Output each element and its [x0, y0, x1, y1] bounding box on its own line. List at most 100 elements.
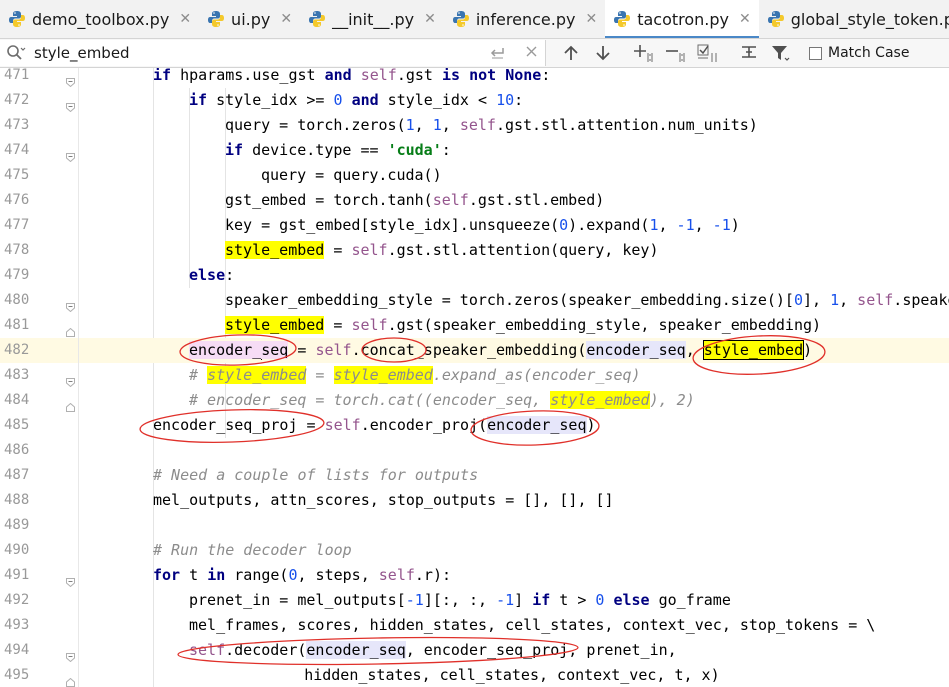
- code-line[interactable]: [79, 438, 949, 463]
- gutter-line[interactable]: 486: [0, 438, 78, 463]
- search-in-selection-icon[interactable]: [733, 40, 765, 66]
- code-line[interactable]: if style_idx >= 0 and style_idx < 10:: [79, 88, 949, 113]
- code-line[interactable]: mel_outputs, attn_scores, stop_outputs =…: [79, 488, 949, 513]
- code-line[interactable]: self.decoder(encoder_seq, encoder_seq_pr…: [79, 638, 949, 663]
- add-selection-icon[interactable]: [629, 40, 661, 66]
- tab-close-icon[interactable]: ✕: [280, 11, 292, 27]
- gutter-line[interactable]: 476: [0, 188, 78, 213]
- tab-close-icon[interactable]: ✕: [739, 11, 751, 27]
- tab-inference-py[interactable]: inference.py ✕: [444, 0, 605, 38]
- close-icon[interactable]: [524, 44, 540, 60]
- self-token: self: [324, 416, 361, 434]
- gutter-line[interactable]: 484: [0, 388, 78, 413]
- gutter-line[interactable]: 477: [0, 213, 78, 238]
- fold-collapse-icon[interactable]: [66, 96, 75, 113]
- code-token: .gst.stl.attention(query, key): [387, 241, 659, 259]
- code-token: gst_embed = torch.tanh(: [225, 191, 433, 209]
- select-all-occurrences-icon[interactable]: [693, 40, 725, 66]
- search-input[interactable]: [34, 44, 454, 62]
- line-number: 481: [4, 317, 30, 333]
- match-case-option[interactable]: Match Case: [809, 45, 909, 61]
- code-line[interactable]: # style_embed = style_embed.expand_as(en…: [79, 363, 949, 388]
- search-match: style_embed: [225, 316, 325, 334]
- arrow-up-icon[interactable]: [555, 40, 587, 66]
- fold-collapse-icon[interactable]: [66, 571, 75, 588]
- code-line[interactable]: if device.type == 'cuda':: [79, 138, 949, 163]
- fold-collapse-icon[interactable]: [66, 646, 75, 663]
- fold-end-icon[interactable]: [66, 671, 75, 687]
- gutter-line[interactable]: 479: [0, 263, 78, 288]
- code-line[interactable]: prenet_in = mel_outputs[-1][:, :, -1] if…: [79, 588, 949, 613]
- gutter-line[interactable]: 489: [0, 513, 78, 538]
- gutter-line[interactable]: 482: [0, 338, 78, 363]
- code-line[interactable]: gst_embed = torch.tanh(self.gst.stl.embe…: [79, 188, 949, 213]
- gutter-line[interactable]: 478: [0, 238, 78, 263]
- fold-collapse-icon[interactable]: [66, 371, 75, 388]
- gutter-line[interactable]: 474: [0, 138, 78, 163]
- gutter-line[interactable]: 472: [0, 88, 78, 113]
- tab-tacotron-py[interactable]: tacotron.py ✕: [605, 0, 759, 38]
- code-line[interactable]: hidden_states, cell_states, context_vec,…: [79, 663, 949, 687]
- code-token: =: [324, 241, 352, 259]
- code-line[interactable]: [79, 513, 949, 538]
- code-line[interactable]: query = query.cuda(): [79, 163, 949, 188]
- code-line[interactable]: encoder_seq_proj = self.encoder_proj(enc…: [79, 413, 949, 438]
- gutter-line[interactable]: 473: [0, 113, 78, 138]
- filter-icon[interactable]: [765, 40, 797, 66]
- gutter-line[interactable]: 494: [0, 638, 78, 663]
- gutter-line[interactable]: 481: [0, 313, 78, 338]
- self-token: self: [378, 566, 415, 584]
- line-number-gutter: 471 472 473 474 475 476 477 478 479 480 481 482 483 4…: [0, 68, 78, 687]
- code-token: prenet_in = mel_outputs[: [189, 591, 406, 609]
- code-line[interactable]: for t in range(0, steps, self.r):: [79, 563, 949, 588]
- gutter-line[interactable]: 490: [0, 538, 78, 563]
- code-line[interactable]: mel_frames, scores, hidden_states, cell_…: [79, 613, 949, 638]
- gutter-line[interactable]: 492: [0, 588, 78, 613]
- fold-collapse-icon[interactable]: [66, 296, 75, 313]
- tab-close-icon[interactable]: ✕: [585, 11, 597, 27]
- gutter-line[interactable]: 495: [0, 663, 78, 687]
- code-editor[interactable]: 471 472 473 474 475 476 477 478 479 480 481 482 483 4…: [0, 68, 949, 687]
- gutter-line[interactable]: 483: [0, 363, 78, 388]
- fold-end-icon[interactable]: [66, 396, 75, 412]
- tab-demo-toolbox-py[interactable]: demo_toolbox.py ✕: [0, 0, 199, 38]
- code-token: ,: [694, 216, 713, 234]
- tab-init-py[interactable]: __init__.py ✕: [300, 0, 444, 38]
- tab-close-icon[interactable]: ✕: [424, 11, 436, 27]
- fold-collapse-icon[interactable]: [66, 146, 75, 163]
- code-line[interactable]: query = torch.zeros(1, 1, self.gst.stl.a…: [79, 113, 949, 138]
- tab-global-style-token-py[interactable]: global_style_token.py: [759, 0, 949, 38]
- code-token: range(: [225, 566, 289, 584]
- tab-close-icon[interactable]: ✕: [179, 11, 191, 27]
- code-line[interactable]: style_embed = self.gst.stl.attention(que…: [79, 238, 949, 263]
- gutter-line[interactable]: 475: [0, 163, 78, 188]
- code-line[interactable]: style_embed = self.gst(speaker_embedding…: [79, 313, 949, 338]
- code-token: go_frame: [649, 591, 731, 609]
- gutter-line[interactable]: 488: [0, 488, 78, 513]
- code-line[interactable]: key = gst_embed[style_idx].unsqueeze(0).…: [79, 213, 949, 238]
- arrow-down-icon[interactable]: [587, 40, 619, 66]
- fold-end-icon[interactable]: [66, 321, 75, 337]
- gutter-line[interactable]: 493: [0, 613, 78, 638]
- remove-selection-icon[interactable]: [661, 40, 693, 66]
- code-line[interactable]: # encoder_seq = torch.cat((encoder_seq, …: [79, 388, 949, 413]
- line-number: 474: [4, 142, 30, 158]
- code-line[interactable]: else:: [79, 263, 949, 288]
- code-line[interactable]: speaker_embedding_style = torch.zeros(sp…: [79, 288, 949, 313]
- line-number: 494: [4, 642, 30, 658]
- search-icon[interactable]: [6, 44, 26, 62]
- tab-ui-py[interactable]: ui.py ✕: [199, 0, 300, 38]
- fold-collapse-icon[interactable]: [66, 71, 75, 88]
- code-line[interactable]: # Need a couple of lists for outputs: [79, 463, 949, 488]
- comment-token: # encoder_seq = torch.cat((encoder_seq,: [189, 391, 551, 409]
- code-line[interactable]: encoder_seq = self.concat_speaker_embedd…: [79, 338, 949, 363]
- gutter-line[interactable]: 471: [0, 68, 78, 88]
- gutter-line[interactable]: 491: [0, 563, 78, 588]
- return-icon[interactable]: [488, 44, 506, 62]
- gutter-line[interactable]: 480: [0, 288, 78, 313]
- gutter-line[interactable]: 487: [0, 463, 78, 488]
- code-line[interactable]: # Run the decoder loop: [79, 538, 949, 563]
- match-case-checkbox[interactable]: [809, 46, 822, 60]
- gutter-line[interactable]: 485: [0, 413, 78, 438]
- code-line[interactable]: if hparams.use_gst and self.gst is not N…: [79, 68, 949, 88]
